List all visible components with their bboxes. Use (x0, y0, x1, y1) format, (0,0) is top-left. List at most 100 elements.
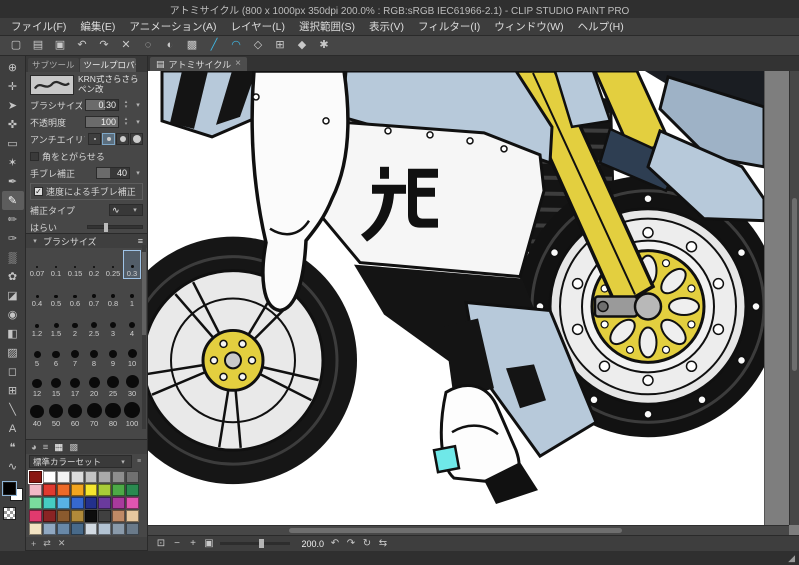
gradient-tool-icon[interactable]: ▨ (2, 343, 24, 362)
color-swatch[interactable] (84, 471, 98, 483)
menu-item[interactable]: レイヤー(L) (224, 19, 293, 34)
brush-size-preset[interactable]: 0.3 (123, 250, 141, 279)
brush-size-preset[interactable]: 2.5 (85, 310, 103, 339)
brush-size-spinner[interactable]: ▴ ▾ (122, 100, 130, 110)
opacity-input[interactable]: 100 (85, 116, 119, 128)
color-swatch[interactable] (42, 510, 56, 522)
brush-size-preset[interactable]: 12 (28, 370, 46, 399)
brush-size-preset[interactable]: 1.2 (28, 310, 46, 339)
eyedropper-tool-icon[interactable]: ✒ (2, 172, 24, 191)
color-swatch[interactable] (112, 471, 126, 483)
new-canvas-icon[interactable]: ▢ (6, 37, 26, 54)
brush-size-preset[interactable]: 20 (85, 370, 103, 399)
save-icon[interactable]: ▣ (50, 37, 70, 54)
airbrush-tool-icon[interactable]: ▒ (2, 248, 24, 267)
color-swatch[interactable] (70, 523, 84, 535)
snap-guide-icon[interactable]: ◇ (248, 37, 268, 54)
brush-size-preset[interactable]: 17 (66, 370, 84, 399)
selection-border-icon[interactable]: ▩ (182, 37, 202, 54)
brush-size-preset[interactable]: 0.15 (66, 250, 84, 279)
color-set-select[interactable]: 標準カラーセット ▾ (29, 455, 132, 468)
color-swatch[interactable] (56, 510, 70, 522)
snap-special-ruler-icon[interactable]: ◠ (226, 37, 246, 54)
rotate-cw-icon[interactable]: ↷ (344, 537, 358, 551)
pencil-tool-icon[interactable]: ✏ (2, 210, 24, 229)
color-swatch[interactable] (98, 510, 112, 522)
replace-swatch-icon[interactable]: ⇄ (43, 538, 51, 549)
brush-size-preset[interactable]: 3 (104, 310, 122, 339)
main-color-chip[interactable] (2, 482, 16, 495)
tab-tool-property[interactable]: ツールプロパティ (79, 58, 136, 72)
brush-size-preset[interactable]: 0.2 (85, 250, 103, 279)
brush-size-preset[interactable]: 10 (123, 340, 141, 369)
zoom-slider-thumb[interactable] (258, 539, 264, 548)
speed-stabilize-checkbox[interactable]: ✓ (34, 187, 43, 196)
brush-size-preset[interactable]: 40 (28, 400, 46, 429)
redo-icon[interactable]: ↷ (94, 37, 114, 54)
brush-size-preset[interactable]: 9 (104, 340, 122, 369)
harai-slider[interactable] (87, 223, 143, 232)
harai-slider-handle[interactable] (104, 223, 109, 232)
color-swatch[interactable] (98, 523, 112, 535)
balloon-tool-icon[interactable]: ❝ (2, 438, 24, 457)
color-swatch[interactable] (56, 484, 70, 496)
color-swatch[interactable] (29, 471, 42, 483)
blend-tool-icon[interactable]: ◉ (2, 305, 24, 324)
color-set-menu-icon[interactable]: ≡ (134, 458, 144, 465)
invert-selection-icon[interactable]: ◐ (160, 37, 180, 54)
brush-size-preset[interactable]: 8 (85, 340, 103, 369)
brush-size-preset[interactable]: 30 (123, 370, 141, 399)
intermediate-color-icon[interactable]: ▩ (69, 442, 78, 453)
brush-size-preset[interactable]: 70 (85, 400, 103, 429)
menu-item[interactable]: フィルター(I) (411, 19, 487, 34)
stabilize-input[interactable]: 40 (96, 167, 130, 179)
color-swatch[interactable] (112, 497, 126, 509)
color-swatch[interactable] (126, 523, 139, 535)
brush-size-preset[interactable]: 7 (66, 340, 84, 369)
color-swatch[interactable] (126, 497, 139, 509)
undo-icon[interactable]: ↶ (72, 37, 92, 54)
color-swatch[interactable] (126, 471, 139, 483)
decoration-tool-icon[interactable]: ✿ (2, 267, 24, 286)
grid-icon[interactable]: ⊞ (270, 37, 290, 54)
text-tool-icon[interactable]: A (2, 419, 24, 438)
menu-item[interactable]: ヘルプ(H) (571, 19, 631, 34)
brush-size-preset[interactable]: 4 (123, 310, 141, 339)
menu-item[interactable]: ファイル(F) (4, 19, 73, 34)
deselect-icon[interactable]: ◌ (138, 37, 158, 54)
collapse-icon[interactable]: ▾ (30, 237, 40, 245)
color-swatch[interactable] (70, 471, 84, 483)
horizontal-scrollbar-thumb[interactable] (289, 528, 623, 533)
brush-size-preset[interactable]: 0.7 (85, 280, 103, 309)
brush-size-preset[interactable]: 2 (66, 310, 84, 339)
zoom-tool-icon[interactable]: ⊕ (2, 58, 24, 77)
brush-size-preset[interactable]: 0.5 (47, 280, 65, 309)
brush-size-preset[interactable]: 15 (47, 370, 65, 399)
transparent-color-chip[interactable] (2, 507, 16, 520)
zoom-in-icon[interactable]: + (186, 537, 200, 551)
color-swatch[interactable] (56, 497, 70, 509)
fit-screen-icon[interactable]: ⊡ (154, 537, 168, 551)
brush-size-preset[interactable]: 0.8 (104, 280, 122, 309)
antialias-strong-button[interactable] (130, 133, 143, 145)
brush-size-preset[interactable]: 0.4 (28, 280, 46, 309)
sharpen-corner-checkbox[interactable] (30, 151, 39, 161)
close-tab-icon[interactable]: × (235, 59, 241, 69)
brush-tool-icon[interactable]: ✑ (2, 229, 24, 248)
line-correct-tool-icon[interactable]: ∿ (2, 457, 24, 476)
brush-size-input[interactable]: 0.30 (85, 99, 119, 111)
color-swatch[interactable] (42, 523, 56, 535)
frame-border-tool-icon[interactable]: ⊞ (2, 381, 24, 400)
selection-tool-icon[interactable]: ▭ (2, 134, 24, 153)
opacity-dropdown-icon[interactable]: ▾ (133, 118, 143, 126)
color-swatch[interactable] (98, 471, 112, 483)
rotate-ccw-icon[interactable]: ↶ (328, 537, 342, 551)
color-swatch[interactable] (98, 484, 112, 496)
brush-size-dropdown-icon[interactable]: ▾ (133, 101, 143, 109)
brush-size-preset[interactable]: 5 (28, 340, 46, 369)
color-swatch[interactable] (70, 510, 84, 522)
color-swatch[interactable] (84, 497, 98, 509)
material-icon[interactable]: ◆ (292, 37, 312, 54)
move-tool-icon[interactable]: ✛ (2, 77, 24, 96)
color-swatch[interactable] (42, 471, 56, 483)
